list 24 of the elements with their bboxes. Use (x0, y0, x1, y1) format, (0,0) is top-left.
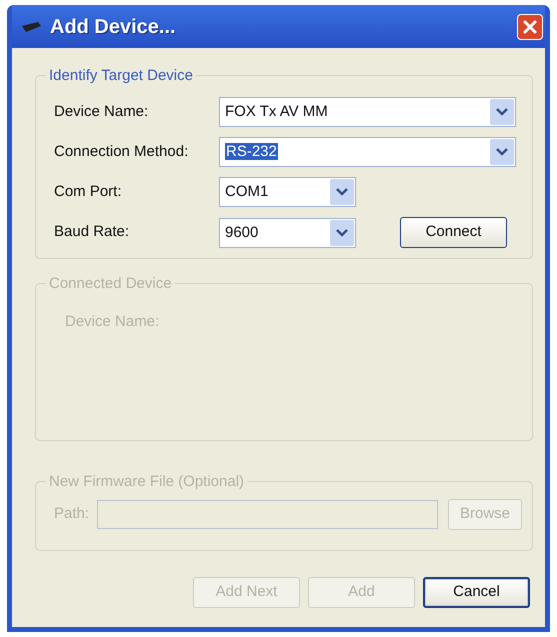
field-label: Connection Method: (54, 142, 190, 162)
device-icon (20, 20, 42, 32)
field-value: RS-232 (224, 142, 279, 162)
connect-button[interactable]: Connect (400, 217, 507, 248)
group-title: Identify Target Device (48, 68, 194, 83)
group-title: Connected Device (48, 276, 173, 291)
dropdown-field[interactable]: RS-232 (219, 137, 516, 167)
path-field[interactable] (97, 500, 438, 529)
dialog-button[interactable]: Cancel (423, 577, 530, 608)
field-label: Device Name: (54, 102, 150, 122)
group-title: New Firmware File (Optional) (48, 474, 246, 489)
close-icon (522, 18, 538, 34)
field-label: Com Port: (54, 182, 123, 202)
field-label: Baud Rate: (54, 222, 130, 242)
field-label: Device Name: (65, 312, 160, 332)
dropdown-field[interactable]: COM1 (219, 177, 356, 207)
dropdown-field[interactable]: 9600 (219, 218, 356, 248)
dropdown-field[interactable]: FOX Tx AV MM (219, 97, 516, 127)
field-value: FOX Tx AV MM (224, 102, 329, 122)
window-title: Add Device... (50, 14, 176, 40)
close-button[interactable] (517, 14, 543, 40)
field-value: 9600 (224, 222, 260, 242)
field-label: Path: (54, 504, 90, 524)
field-value: COM1 (224, 182, 270, 202)
